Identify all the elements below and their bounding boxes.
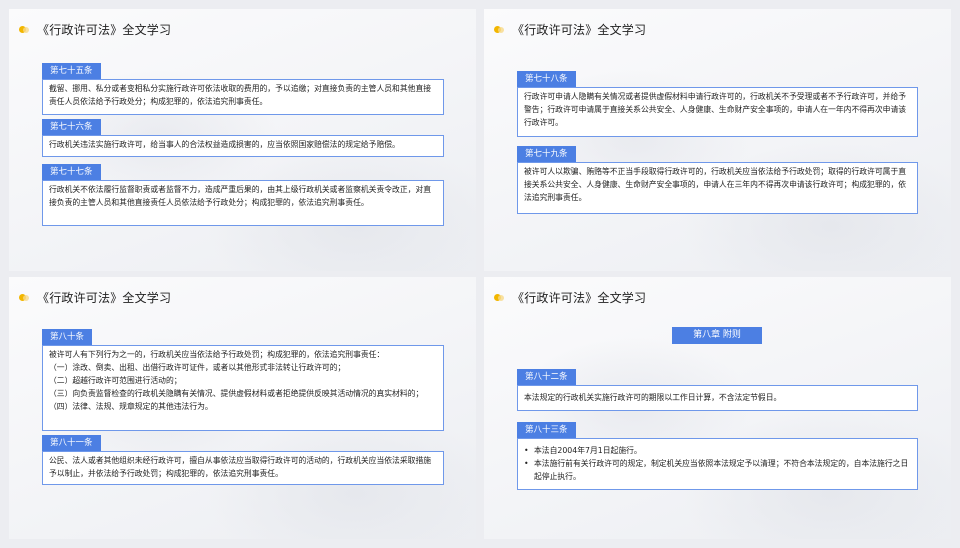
article-text: 行政机关不依法履行监督职责或者监督不力，造成严重后果的，由其上级行政机关或者监察… [49,185,432,207]
article-tag: 第七十七条 [42,164,101,180]
slide-1: 《行政许可法》全文学习 第七十五条 截留、挪用、私分或者变相私分实施行政许可依法… [9,9,476,271]
article-text: 公民、法人或者其他组织未经行政许可，擅自从事依法应当取得行政许可的活动的，行政机… [49,456,432,478]
article-tag: 第八十一条 [42,435,101,451]
article-text-box: 截留、挪用、私分或者变相私分实施行政许可依法收取的费用的，予以追缴；对直接负责的… [42,79,444,115]
slide-2: 《行政许可法》全文学习 第七十八条 行政许可申请人隐瞒有关情况或者提供虚假材料申… [484,9,951,271]
article-text-box: 本法规定的行政机关实施行政许可的期限以工作日计算，不含法定节假日。 [517,385,918,411]
article-line: （一）涂改、倒卖、出租、出借行政许可证件，或者以其他形式非法转让行政许可的； [49,363,346,372]
article-text: 行政机关违法实施行政许可，给当事人的合法权益造成损害的，应当依照国家赔偿法的规定… [49,140,400,149]
article-tag: 第八十二条 [517,369,576,385]
article-tag: 第八十三条 [517,422,576,438]
slide-title: 《行政许可法》全文学习 [512,291,647,305]
article-text-box: 行政机关不依法履行监督职责或者监督不力，造成严重后果的，由其上级行政机关或者监察… [42,180,444,226]
article-text: 行政许可申请人隐瞒有关情况或者提供虚假材料申请行政许可的，行政机关不予受理或者不… [524,92,907,127]
slide-title: 《行政许可法》全文学习 [37,23,172,37]
slide-title-row: 《行政许可法》全文学习 [494,21,646,38]
article-tag: 第八十条 [42,329,93,345]
bullet-dot-icon [19,25,29,34]
article-line: 被许可人有下列行为之一的，行政机关应当依法给予行政处罚；构成犯罪的，依法追究刑事… [49,350,385,359]
article-text-box: 公民、法人或者其他组织未经行政许可，擅自从事依法应当取得行政许可的活动的，行政机… [42,451,444,485]
slide-3: 《行政许可法》全文学习 第八十条 被许可人有下列行为之一的，行政机关应当依法给予… [9,277,476,539]
bullet-item: 本法自2004年7月1日起施行。 [524,444,911,457]
bullet-dot-icon [19,293,29,302]
slide-title: 《行政许可法》全文学习 [512,23,647,37]
article-text-box: 被许可人有下列行为之一的，行政机关应当依法给予行政处罚；构成犯罪的，依法追究刑事… [42,345,444,431]
bullet-item: 本法施行前有关行政许可的规定，制定机关应当依照本法规定予以清理；不符合本法规定的… [524,457,911,483]
article-line: （二）超越行政许可范围进行活动的； [49,376,182,385]
slide-title-row: 《行政许可法》全文学习 [19,289,171,306]
article-tag: 第七十六条 [42,119,101,135]
article-text: 截留、挪用、私分或者变相私分实施行政许可依法收取的费用的，予以追缴；对直接负责的… [49,84,432,106]
article-tag: 第七十五条 [42,63,101,79]
bullet-dot-icon [494,25,504,34]
article-tag: 第七十九条 [517,146,576,162]
article-text-box: 行政许可申请人隐瞒有关情况或者提供虚假材料申请行政许可的，行政机关不予受理或者不… [517,87,918,137]
article-text: 被许可人以欺骗、贿赂等不正当手段取得行政许可的，行政机关应当依法给予行政处罚；取… [524,167,907,202]
article-text: 本法规定的行政机关实施行政许可的期限以工作日计算，不含法定节假日。 [524,393,782,402]
slide-4: 《行政许可法》全文学习 第八章 附则 第八十二条 本法规定的行政机关实施行政许可… [484,277,951,539]
article-text-box: 本法自2004年7月1日起施行。 本法施行前有关行政许可的规定，制定机关应当依照… [517,438,918,490]
slide-title-row: 《行政许可法》全文学习 [494,289,646,306]
bullet-dot-icon [494,293,504,302]
slide-title-row: 《行政许可法》全文学习 [19,21,171,38]
article-line: （四）法律、法规、规章规定的其他违法行为。 [49,402,213,411]
article-text-box: 行政机关违法实施行政许可，给当事人的合法权益造成损害的，应当依照国家赔偿法的规定… [42,135,444,157]
slide-title: 《行政许可法》全文学习 [37,291,172,305]
article-text-box: 被许可人以欺骗、贿赂等不正当手段取得行政许可的，行政机关应当依法给予行政处罚；取… [517,162,918,214]
article-line: （三）向负责监督检查的行政机关隐瞒有关情况、提供虚假材料或者拒绝提供反映其活动情… [49,389,424,398]
chapter-heading: 第八章 附则 [672,327,762,344]
article-tag: 第七十八条 [517,71,576,87]
